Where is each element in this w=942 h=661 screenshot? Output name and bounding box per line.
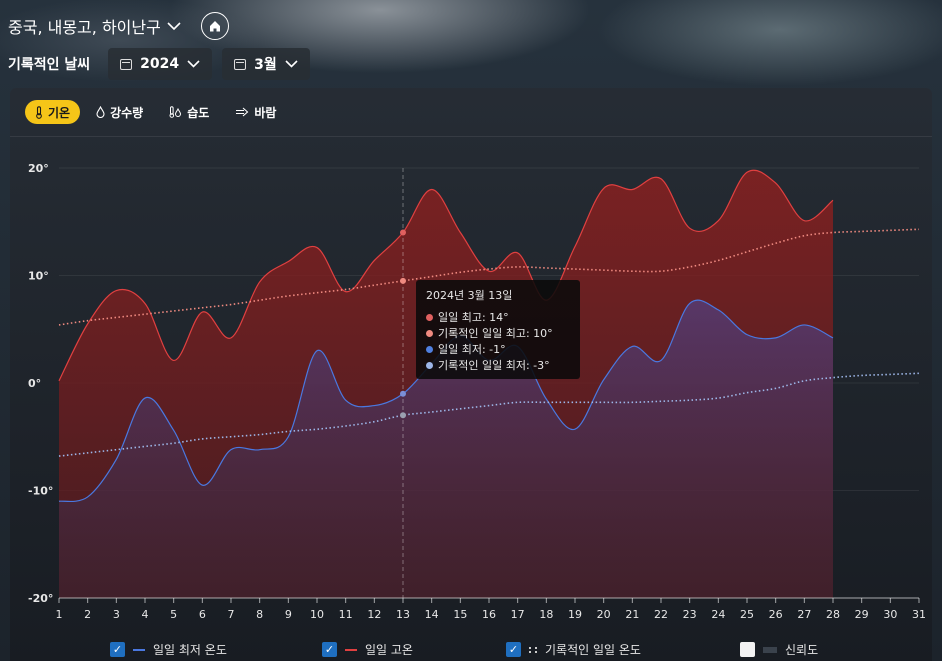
x-tick-label: 24	[711, 608, 725, 621]
y-tick-label: -20°	[28, 592, 53, 605]
y-tick-label: -10°	[28, 485, 53, 498]
legend-label: 일일 최저 온도	[153, 643, 227, 657]
y-tick-label: 0°	[28, 377, 41, 390]
tooltip-row-label: 일일 최고: 14°	[438, 311, 509, 324]
checkbox[interactable]	[740, 642, 755, 657]
x-tick-label: 27	[797, 608, 811, 621]
x-tick-label: 25	[740, 608, 754, 621]
x-tick-label: 2	[84, 608, 91, 621]
chart-legend: ✓ 일일 최저 온도 ✓ 일일 고온 ✓ 기록적인 일일 온도 신뢰도	[0, 641, 942, 659]
x-tick-label: 14	[425, 608, 439, 621]
x-tick-label: 17	[511, 608, 525, 621]
tooltip-row: 기록적인 일일 최저: -3°	[426, 357, 570, 373]
tooltip-row-label: 기록적인 일일 최고: 10°	[438, 327, 553, 340]
x-tick-label: 11	[339, 608, 353, 621]
x-tick-label: 19	[568, 608, 582, 621]
legend-item-daily-low[interactable]: ✓ 일일 최저 온도	[110, 641, 227, 658]
series-swatch	[529, 646, 537, 653]
x-tick-label: 20	[597, 608, 611, 621]
x-tick-label: 1	[56, 608, 63, 621]
x-tick-label: 10	[310, 608, 324, 621]
x-tick-label: 7	[228, 608, 235, 621]
x-tick-label: 28	[826, 608, 840, 621]
legend-label: 기록적인 일일 온도	[545, 643, 641, 657]
tooltip-row: 일일 최고: 14°	[426, 309, 570, 325]
x-tick-label: 31	[912, 608, 926, 621]
series-color-dot	[426, 313, 433, 321]
x-tick-label: 22	[654, 608, 668, 621]
series-color-dot	[426, 361, 433, 369]
checkbox[interactable]: ✓	[506, 642, 521, 657]
legend-label: 일일 고온	[365, 643, 413, 657]
highlight-point	[400, 390, 406, 397]
x-tick-label: 6	[199, 608, 206, 621]
series-color-dot	[426, 329, 433, 337]
legend-item-record[interactable]: ✓ 기록적인 일일 온도	[506, 641, 641, 658]
y-tick-label: 20°	[28, 162, 49, 175]
series-swatch	[133, 648, 145, 651]
tooltip-row-label: 일일 최저: -1°	[438, 343, 506, 356]
tooltip-row: 기록적인 일일 최고: 10°	[426, 325, 570, 341]
series-swatch	[763, 646, 777, 653]
y-tick-label: 10°	[28, 270, 49, 283]
highlight-point	[400, 412, 406, 419]
tooltip-row: 일일 최저: -1°	[426, 341, 570, 357]
tooltip-title: 2024년 3월 13일	[426, 289, 513, 302]
x-tick-label: 5	[170, 608, 177, 621]
legend-item-confidence[interactable]: 신뢰도	[740, 641, 818, 658]
checkbox[interactable]: ✓	[322, 642, 337, 657]
x-tick-label: 18	[539, 608, 553, 621]
x-tick-label: 21	[625, 608, 639, 621]
series-swatch	[345, 648, 357, 651]
x-tick-label: 12	[367, 608, 381, 621]
x-tick-label: 3	[113, 608, 120, 621]
x-tick-label: 16	[482, 608, 496, 621]
legend-label: 신뢰도	[785, 643, 819, 657]
x-tick-label: 30	[883, 608, 897, 621]
chart-tooltip: 2024년 3월 13일 일일 최고: 14° 기록적인 일일 최고: 10° …	[416, 280, 580, 379]
highlight-point	[400, 277, 406, 284]
checkbox[interactable]: ✓	[110, 642, 125, 657]
x-tick-label: 26	[769, 608, 783, 621]
tooltip-row-label: 기록적인 일일 최저: -3°	[438, 359, 550, 372]
x-tick-label: 23	[683, 608, 697, 621]
x-tick-label: 29	[855, 608, 869, 621]
highlight-point	[400, 229, 406, 236]
series-color-dot	[426, 345, 433, 353]
legend-item-daily-high[interactable]: ✓ 일일 고온	[322, 641, 413, 658]
x-tick-label: 15	[453, 608, 467, 621]
x-tick-label: 13	[396, 608, 410, 621]
x-tick-label: 9	[285, 608, 292, 621]
x-tick-label: 8	[256, 608, 263, 621]
x-tick-label: 4	[142, 608, 149, 621]
